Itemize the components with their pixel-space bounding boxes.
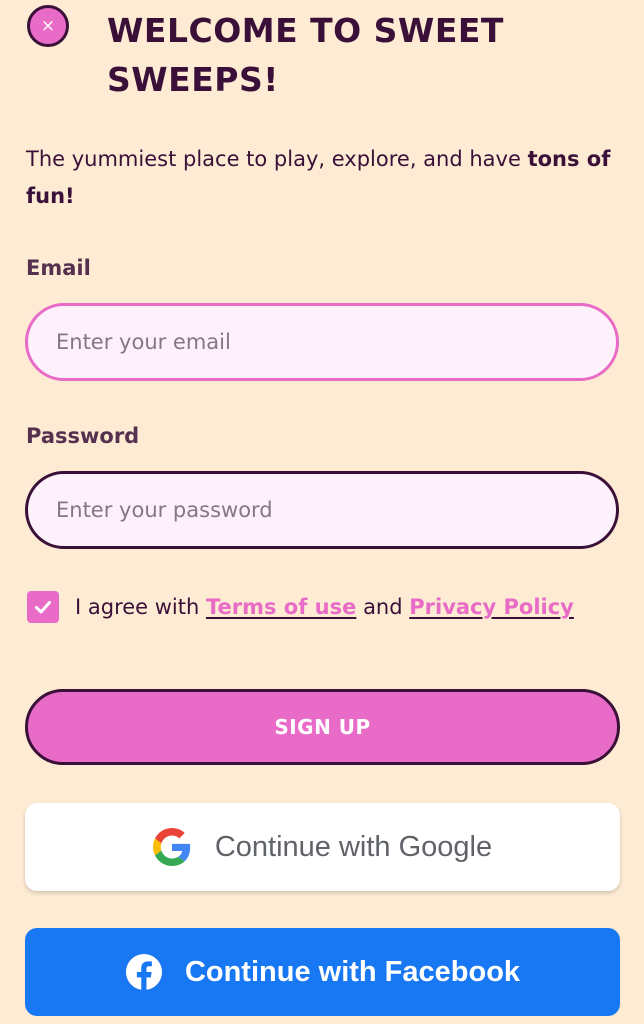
email-label: Email bbox=[26, 256, 91, 280]
agree-joiner: and bbox=[356, 595, 410, 619]
close-icon: × bbox=[40, 15, 56, 36]
agree-checkbox[interactable] bbox=[27, 591, 59, 623]
continue-with-google-button[interactable]: Continue with Google bbox=[25, 803, 620, 891]
facebook-logo-icon bbox=[125, 953, 163, 991]
intro-body: The yummiest place to play, explore, and… bbox=[26, 147, 528, 171]
privacy-policy-link[interactable]: Privacy Policy bbox=[409, 595, 574, 619]
password-input[interactable] bbox=[25, 471, 619, 549]
google-logo-icon bbox=[152, 828, 191, 866]
intro-text: The yummiest place to play, explore, and… bbox=[26, 141, 616, 215]
terms-agreement: I agree with Terms of use and Privacy Po… bbox=[27, 590, 574, 624]
close-button[interactable]: × bbox=[27, 5, 69, 47]
password-label: Password bbox=[26, 424, 140, 448]
facebook-button-label: Continue with Facebook bbox=[184, 955, 521, 988]
terms-of-use-link[interactable]: Terms of use bbox=[206, 595, 356, 619]
continue-with-facebook-button[interactable]: Continue with Facebook bbox=[25, 928, 620, 1016]
agree-prefix: I agree with bbox=[75, 595, 206, 619]
email-input[interactable] bbox=[25, 303, 619, 381]
checkmark-icon bbox=[35, 601, 51, 614]
sign-up-label: SIGN UP bbox=[274, 715, 371, 739]
page-title: WELCOME TO SWEET SWEEPS! bbox=[107, 11, 504, 99]
google-button-label: Continue with Google bbox=[214, 830, 493, 863]
sign-up-button[interactable]: SIGN UP bbox=[25, 689, 620, 765]
